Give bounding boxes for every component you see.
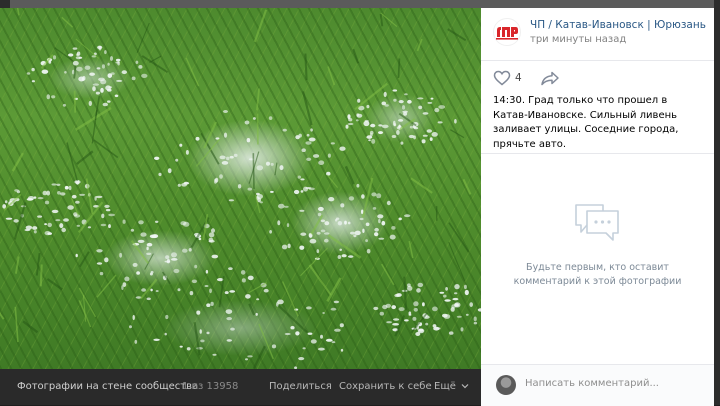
comments-icon — [573, 201, 621, 245]
share-photo-link[interactable]: Поделиться — [269, 381, 332, 392]
save-photo-link[interactable]: Сохранить к себе — [339, 381, 432, 392]
hailstones-layer — [0, 8, 481, 369]
photo-bottom-bar: Фотографии на стене сообщества 1 из 1395… — [0, 369, 481, 405]
group-logo-icon — [493, 18, 521, 46]
empty-comments-text: Будьте первым, кто оставит комментарий к… — [511, 261, 684, 289]
post-text: 14:30. Град только что прошел в Катав-Ив… — [493, 94, 705, 152]
post-divider — [481, 153, 714, 154]
comment-input[interactable]: Написать комментарий... — [525, 378, 659, 389]
group-avatar[interactable] — [493, 18, 521, 46]
like-count: 4 — [515, 72, 522, 84]
page-backdrop-top — [0, 0, 720, 8]
heart-icon[interactable] — [493, 70, 511, 86]
comment-composer: Написать комментарий... — [481, 364, 714, 406]
user-avatar[interactable] — [496, 375, 516, 395]
post-header: ЧП / Катав-Ивановск | Юрюзань | Усть-Кат… — [481, 8, 714, 60]
album-title-link[interactable]: Фотографии на стене сообщества — [17, 381, 198, 392]
more-actions-link[interactable]: Ещё — [434, 381, 469, 392]
header-divider — [481, 60, 714, 61]
more-actions-label: Ещё — [434, 381, 456, 392]
share-icon[interactable] — [540, 70, 560, 86]
page-backdrop-right — [714, 0, 720, 405]
chevron-down-icon — [461, 383, 469, 389]
group-name-link[interactable]: ЧП / Катав-Ивановск | Юрюзань | Усть-Кат… — [530, 19, 710, 31]
photo-counter: 1 из 13958 — [182, 381, 238, 392]
post-timestamp[interactable]: три минуты назад — [530, 34, 626, 45]
photo-viewer-image[interactable] — [0, 8, 481, 369]
photo-info-panel: ЧП / Катав-Ивановск | Юрюзань | Усть-Кат… — [481, 8, 714, 405]
